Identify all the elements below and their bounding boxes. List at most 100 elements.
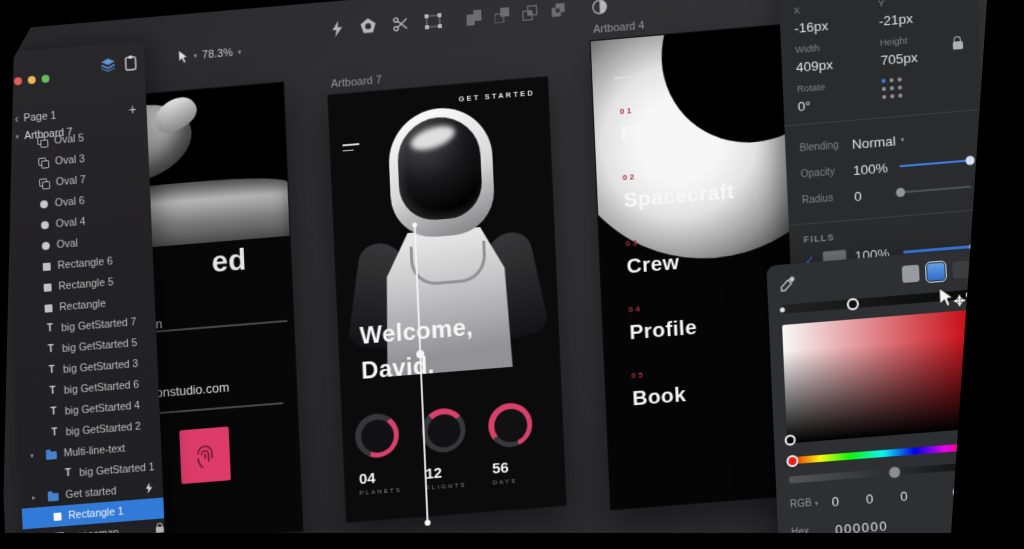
zoom-caret[interactable]: ▾ <box>238 48 242 56</box>
artboard-7[interactable]: GET STARTED Welcome, David. 04 PLANETS 1… <box>327 76 566 523</box>
chevron-down-icon: ▾ <box>901 136 905 144</box>
slider-knob[interactable] <box>896 188 905 198</box>
close-window-button[interactable] <box>14 77 22 86</box>
flash-icon[interactable] <box>331 20 344 37</box>
add-page-button[interactable]: + <box>128 100 137 117</box>
expand-caret-icon[interactable]: ▾ <box>30 451 39 460</box>
union-icon[interactable] <box>466 9 482 25</box>
progress-ring <box>421 407 467 454</box>
text-layer-icon: T <box>46 344 55 356</box>
blending-select[interactable]: Normal <box>852 133 897 152</box>
opacity-slider[interactable] <box>899 159 970 167</box>
radius-field[interactable]: 0 <box>854 188 862 204</box>
boolean-ops-group <box>466 2 565 25</box>
scissors-icon[interactable] <box>393 15 409 31</box>
shape-icon[interactable] <box>360 18 377 35</box>
stats-row: 04 PLANETS 12 FLIGHTS 56 DAYS <box>354 401 537 497</box>
menu-item-planets[interactable]: 01 Planets <box>620 98 732 147</box>
alpha-slider[interactable] <box>789 462 979 484</box>
rotate-field[interactable]: 0° <box>797 92 882 114</box>
solid-fill-tab[interactable] <box>902 264 920 282</box>
color-pointer[interactable] <box>784 434 796 446</box>
x-field[interactable]: -16px <box>794 14 879 36</box>
blue-field[interactable]: 0 <box>886 487 921 505</box>
lock-ratio-icon[interactable] <box>953 41 963 50</box>
rectangle-icon <box>53 512 61 521</box>
hue-slider[interactable] <box>788 443 978 465</box>
slider-knob[interactable] <box>965 156 974 166</box>
clipboard-icon[interactable] <box>124 55 136 71</box>
lock-icon[interactable] <box>156 526 164 533</box>
stat-days: 56 DAYS <box>487 401 536 487</box>
red-field[interactable]: 0 <box>818 493 853 511</box>
fingerprint-button[interactable] <box>179 426 231 484</box>
visor <box>396 114 483 223</box>
text-layer-icon: T <box>63 468 72 480</box>
layers-panel: ‹ Page 1 + ▾ Artboard 7 Oval 5 Oval 3 Ov… <box>2 41 169 549</box>
menu-item-book[interactable]: 05 Book <box>631 362 743 411</box>
menu-item-spacecraft[interactable]: 02 Spacecraft <box>622 164 734 213</box>
nav-menu: 01 Planets 02 Spacecraft 03 Crew 04 Prof… <box>620 98 745 438</box>
artboard4-label[interactable]: Artboard 4 <box>593 20 645 36</box>
oval-icon <box>41 220 49 229</box>
zoom-level: 78.3% <box>202 47 233 62</box>
minimize-window-button[interactable] <box>28 76 36 85</box>
collapse-caret-icon[interactable]: ▸ <box>32 493 41 502</box>
fill-type-tabs <box>902 260 970 283</box>
saturation-value-field[interactable] <box>782 310 977 444</box>
hue-knob[interactable] <box>786 454 799 467</box>
folder-icon <box>46 451 57 460</box>
rectangle-icon <box>44 304 52 313</box>
back-chevron-icon: ‹ <box>15 113 19 123</box>
green-field[interactable]: 0 <box>852 490 887 508</box>
opacity-field[interactable]: 100% <box>853 160 888 178</box>
helmet <box>387 104 496 240</box>
text-layer-icon: T <box>49 406 58 418</box>
exclude-icon[interactable] <box>550 2 566 18</box>
mask-icon[interactable] <box>592 0 608 15</box>
window-controls <box>14 75 50 86</box>
anchor-point-grid[interactable] <box>881 77 902 99</box>
mask-shape-icon <box>37 136 47 147</box>
cursor-tool-caret[interactable]: ▾ <box>194 52 198 60</box>
menu-item-crew[interactable]: 03 Crew <box>625 230 737 279</box>
guide-dot <box>425 520 431 526</box>
intersect-icon[interactable] <box>522 4 538 20</box>
progress-ring <box>354 412 400 459</box>
color-model-select[interactable]: RGB <box>790 498 812 511</box>
folder-icon <box>48 492 59 501</box>
rgb-values-row: RGB ▾ 0 0 0 68% <box>790 483 980 513</box>
menu-item-profile[interactable]: 04 Profile <box>628 296 740 345</box>
alpha-knob[interactable] <box>889 466 901 478</box>
zoom-control[interactable]: ▾ 78.3% ▾ <box>178 45 242 64</box>
gradient-fill-tab[interactable] <box>927 262 945 280</box>
vector-icon[interactable] <box>424 12 442 28</box>
oval-icon <box>40 200 48 209</box>
radius-slider[interactable] <box>900 185 971 193</box>
eyedropper-icon[interactable] <box>780 275 796 291</box>
text-layer-icon: T <box>48 385 57 397</box>
oval-icon <box>42 241 50 250</box>
gradient-stop[interactable] <box>847 297 860 310</box>
design-app-window: ed on visionstudio.com Artboard 7 GET ST… <box>0 0 1024 549</box>
mask-shape-icon <box>38 157 48 168</box>
cursor-tool-icon <box>178 50 189 65</box>
mouse-cursor <box>938 286 969 315</box>
artboard7-label[interactable]: Artboard 7 <box>331 74 382 90</box>
stat-planets: 04 PLANETS <box>354 412 403 497</box>
screen-bezel-bottom <box>0 533 1024 549</box>
layers-stack-icon[interactable] <box>100 57 116 73</box>
text-layer-icon: T <box>45 323 54 335</box>
fingerprint-icon <box>194 441 217 471</box>
progress-ring <box>487 401 533 448</box>
mask-shape-icon <box>39 178 49 189</box>
text-layer-icon: T <box>50 427 59 439</box>
maximize-window-button[interactable] <box>41 75 49 84</box>
y-field[interactable]: -21px <box>879 7 964 29</box>
image-fill-tab[interactable] <box>952 260 970 278</box>
gradient-stop[interactable] <box>780 307 785 312</box>
text-layer-icon: T <box>47 365 56 377</box>
width-field[interactable]: 409px <box>796 53 881 75</box>
subtract-icon[interactable] <box>494 7 510 23</box>
photographed-screen: ed on visionstudio.com Artboard 7 GET ST… <box>0 0 1024 549</box>
